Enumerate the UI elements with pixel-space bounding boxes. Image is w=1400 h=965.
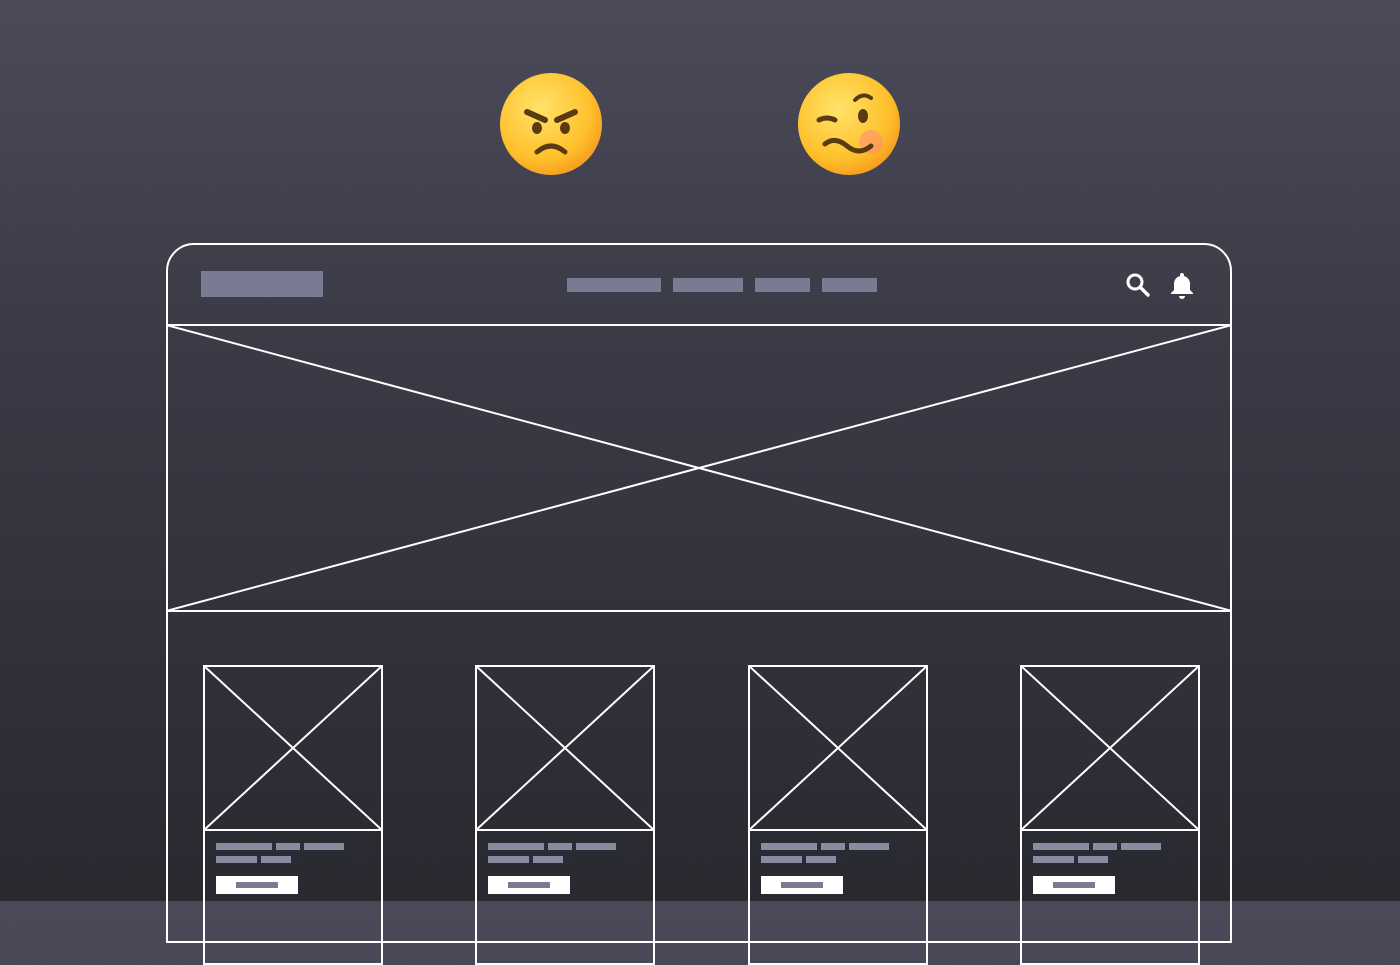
card-divider: [477, 829, 653, 831]
card-text-placeholder: [576, 843, 616, 850]
card-text-placeholder: [216, 843, 272, 850]
card-text-placeholder: [276, 843, 300, 850]
card-text-placeholder: [261, 856, 291, 863]
card-text-placeholder: [488, 843, 544, 850]
card-button-placeholder[interactable]: [216, 876, 298, 894]
card-divider: [205, 829, 381, 831]
logo-placeholder[interactable]: [201, 271, 323, 297]
card-image-placeholder: [203, 665, 383, 831]
card-button-placeholder[interactable]: [761, 876, 843, 894]
card-divider: [1022, 829, 1198, 831]
angry-face-emoji: [500, 73, 602, 175]
search-icon[interactable]: [1124, 271, 1152, 299]
card-text-placeholder: [849, 843, 889, 850]
card-text-placeholder: [488, 856, 529, 863]
card-text-placeholder: [216, 856, 257, 863]
card-button-placeholder[interactable]: [488, 876, 570, 894]
card-text-placeholder: [806, 856, 836, 863]
card-text-placeholder: [761, 843, 817, 850]
card-image-placeholder: [1020, 665, 1200, 831]
card-divider: [750, 829, 926, 831]
card-image-placeholder: [475, 665, 655, 831]
nav-item-placeholder-3[interactable]: [755, 278, 810, 292]
product-card[interactable]: [475, 665, 655, 965]
product-card[interactable]: [748, 665, 928, 965]
card-text-placeholder: [1033, 856, 1074, 863]
card-image-placeholder: [748, 665, 928, 831]
nav-item-placeholder-2[interactable]: [673, 278, 743, 292]
woozy-face-emoji: [798, 73, 900, 175]
wireframe-window: [166, 243, 1232, 965]
card-button-placeholder[interactable]: [1033, 876, 1115, 894]
card-text-placeholder: [821, 843, 845, 850]
product-card[interactable]: [203, 665, 383, 965]
card-text-placeholder: [761, 856, 802, 863]
nav-item-placeholder-1[interactable]: [567, 278, 661, 292]
card-text-placeholder: [1121, 843, 1161, 850]
product-card[interactable]: [1020, 665, 1200, 965]
card-text-placeholder: [1078, 856, 1108, 863]
card-text-placeholder: [304, 843, 344, 850]
card-text-placeholder: [533, 856, 563, 863]
card-text-placeholder: [1093, 843, 1117, 850]
card-text-placeholder: [548, 843, 572, 850]
card-text-placeholder: [1033, 843, 1089, 850]
hero-image-placeholder: [166, 324, 1232, 612]
bell-icon[interactable]: [1168, 271, 1196, 299]
nav-item-placeholder-4[interactable]: [822, 278, 877, 292]
